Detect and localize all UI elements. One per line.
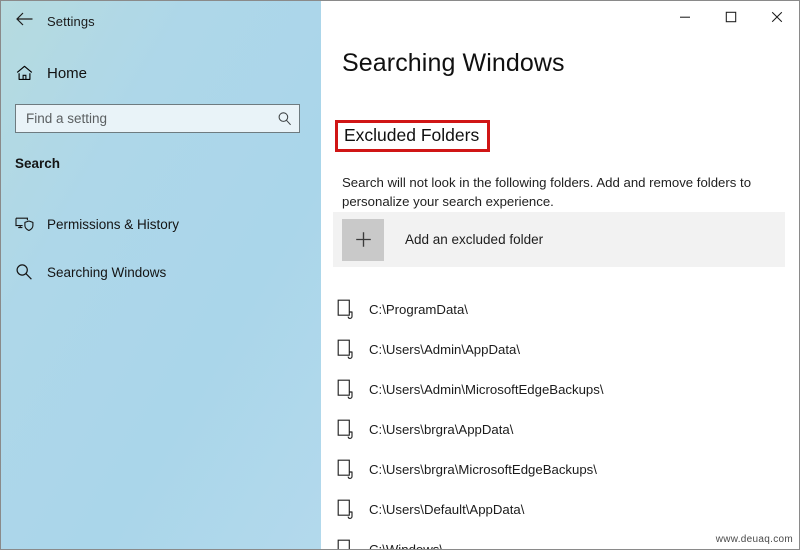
main-content: Searching Windows Excluded Folders Searc… xyxy=(321,1,799,550)
sidebar-item-searching-windows-label: Searching Windows xyxy=(47,264,167,280)
window-title: Settings xyxy=(47,13,95,29)
list-item[interactable]: C:\Users\Admin\AppData\ xyxy=(321,329,799,369)
folder-path: C:\ProgramData\ xyxy=(369,301,468,317)
search-input[interactable]: Find a setting xyxy=(16,111,269,126)
folder-path: C:\Windows\ xyxy=(369,541,444,550)
back-arrow-icon xyxy=(15,12,33,31)
close-button[interactable] xyxy=(754,1,799,33)
sidebar-item-permissions-history-label: Permissions & History xyxy=(47,216,180,232)
list-item[interactable]: C:\Users\Default\AppData\ xyxy=(321,489,799,529)
add-excluded-folder-label: Add an excluded folder xyxy=(405,232,544,247)
sidebar: Settings Home Find a setting Search Perm… xyxy=(1,1,321,549)
list-item[interactable]: C:\Users\Admin\MicrosoftEdgeBackups\ xyxy=(321,369,799,409)
sidebar-item-permissions-history[interactable]: Permissions & History xyxy=(1,207,321,241)
folder-page-icon xyxy=(321,499,369,520)
folder-path: C:\Users\Admin\AppData\ xyxy=(369,341,520,357)
folder-page-icon xyxy=(321,539,369,549)
home-icon xyxy=(1,65,47,81)
excluded-folders-heading: Excluded Folders xyxy=(344,125,480,145)
folder-path: C:\Users\Default\AppData\ xyxy=(369,501,525,517)
excluded-folders-description: Search will not look in the following fo… xyxy=(342,175,752,209)
watermark: www.deuaq.com xyxy=(715,534,793,545)
settings-window: Settings Home Find a setting Search Perm… xyxy=(0,0,800,550)
maximize-button[interactable] xyxy=(708,1,754,33)
add-excluded-folder-button[interactable]: Add an excluded folder xyxy=(333,212,785,267)
back-button[interactable] xyxy=(1,1,47,41)
folder-page-icon xyxy=(321,379,369,400)
sidebar-section-label: Search xyxy=(15,156,61,171)
folder-path: C:\Users\Admin\MicrosoftEdgeBackups\ xyxy=(369,381,604,397)
titlebar-left: Settings xyxy=(1,1,321,41)
page-title: Searching Windows xyxy=(342,49,565,77)
plus-icon[interactable] xyxy=(342,218,384,261)
folder-page-icon xyxy=(321,459,369,480)
search-icon[interactable] xyxy=(269,111,299,126)
window-controls xyxy=(662,1,799,41)
excluded-folders-highlight: Excluded Folders xyxy=(335,120,491,152)
shield-monitor-icon xyxy=(1,216,47,232)
folder-page-icon xyxy=(321,299,369,320)
minimize-button[interactable] xyxy=(662,1,708,33)
list-item[interactable]: C:\ProgramData\ xyxy=(321,289,799,329)
folder-path: C:\Users\brgra\MicrosoftEdgeBackups\ xyxy=(369,461,597,477)
list-item[interactable]: C:\Users\brgra\AppData\ xyxy=(321,409,799,449)
list-item[interactable]: C:\Users\brgra\MicrosoftEdgeBackups\ xyxy=(321,449,799,489)
sidebar-item-home-label: Home xyxy=(47,64,88,82)
excluded-folders-list: C:\ProgramData\ C:\Users\Admin\AppData\ C:… xyxy=(321,289,799,550)
magnifier-icon xyxy=(1,263,47,281)
folder-page-icon xyxy=(321,419,369,440)
search-field-wrapper[interactable]: Find a setting xyxy=(15,104,300,133)
folder-path: C:\Users\brgra\AppData\ xyxy=(369,421,514,437)
folder-page-icon xyxy=(321,339,369,360)
sidebar-item-searching-windows[interactable]: Searching Windows xyxy=(1,255,321,289)
sidebar-item-home[interactable]: Home xyxy=(1,57,321,89)
